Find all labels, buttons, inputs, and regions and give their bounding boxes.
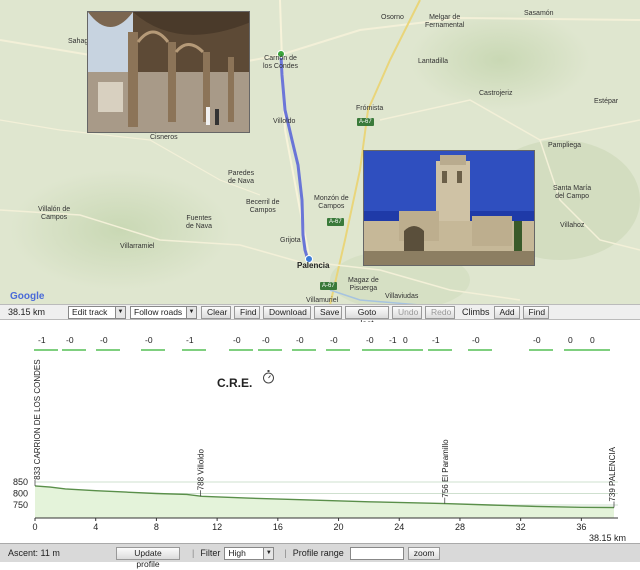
clear-button[interactable]: Clear [201,305,231,319]
x-tick-label: 28 [455,522,465,532]
track-toolbar: 38.15 km Edit track ▼ Follow roads ▼ Cle… [0,304,640,328]
edit-track-select-value: Edit track [72,307,108,317]
climbs-label: Climbs [462,307,490,317]
x-tick-label: 32 [516,522,526,532]
zoom-button[interactable]: zoom [407,546,440,560]
map-label: Frómista [356,105,384,112]
map-label: Cisneros [150,134,178,141]
track-distance: 38.15 km [8,307,46,317]
waypoint-label: 788 Villoldo [196,448,205,490]
map-label: Grijota [280,237,301,244]
divider: | [284,548,287,558]
profile-chart: 850 800750 0 4 8 12 16 20 24 28 32 3638.15 km 833 CA… [13,359,626,543]
map-label: Santa María del Campo [553,185,592,200]
map-label: Villaviudas [385,293,419,300]
end-distance-label: 38.15 km [589,533,626,543]
add-climb-button[interactable]: Add [493,305,520,319]
chevron-down-icon: ▼ [186,306,196,318]
x-tick-label: 0 [32,522,37,532]
goto-last-button[interactable]: Goto last [345,305,389,328]
redo-button[interactable]: Redo [425,305,455,319]
ascent-value: Ascent: 11 m [8,548,60,558]
map-label: Estépar [594,98,619,105]
road-badge: A-67 [320,282,337,290]
map-label: Villalón de Campos [38,206,71,221]
elevation-area [35,485,614,518]
map-label: Melgar de Fernamental [425,14,465,29]
map-label: Monzón de Campos [314,195,349,210]
map-label: Carrión de los Condes [263,55,299,70]
download-button[interactable]: Download [263,305,311,319]
y-tick-label: 750 [13,500,28,510]
map-label: Castrojeriz [479,90,513,97]
profile-bottombar: Ascent: 11 m Update profile | Filter Hig… [0,543,640,569]
google-logo: Google [10,291,44,302]
y-tick-label: 850 [13,477,28,487]
map-label: Villarramiel [120,243,155,250]
map-label: Osorno [381,14,404,21]
waypoint-label: 756 El Paramillo [441,439,450,498]
map-label: Sasamón [524,10,554,17]
filter-select-value: High [228,548,246,558]
profile-range-label: Profile range [292,548,344,558]
map-label: Paredes de Nava [228,170,255,185]
x-tick-label: 20 [334,522,344,532]
profile-range-input[interactable] [349,546,404,560]
find-button[interactable]: Find [234,305,260,319]
cloister-photo [87,11,250,133]
elevation-profile[interactable]: -1 -0 -0 -0 -1 -0 -0 -0 -0 -0 -1 0 -1 -0 -0 0 0 C.R.E. 8… [0,322,640,544]
follow-roads-select-value: Follow roads [134,307,183,317]
update-profile-button[interactable]: Update profile [116,546,180,569]
x-tick-label: 4 [93,522,98,532]
map-label: Magaz de Pisuerga [348,277,379,292]
undo-button[interactable]: Undo [392,305,422,319]
y-tick-label: 800 [13,489,28,499]
filter-label: Filter [200,548,221,558]
map-label-city: Palencia [297,261,330,270]
x-tick-label: 36 [576,522,586,532]
x-tick-label: 12 [212,522,222,532]
map-label: Fuentes de Nava [186,215,213,230]
map-label: Becerril de Campos [246,199,280,214]
find-climb-button[interactable]: Find [522,305,549,319]
road-badge: A-67 [357,118,374,126]
waypoint-label: 833 CARRION DE LOS CONDES [33,359,42,479]
filter-select[interactable]: High ▼ [224,546,275,560]
divider: | [192,548,195,558]
x-tick-label: 8 [154,522,159,532]
follow-roads-select[interactable]: Follow roads ▼ [130,305,197,319]
edit-track-select[interactable]: Edit track ▼ [68,305,126,319]
map-label: Villoldo [273,118,296,125]
waypoint-label: 739 PALENCIA [608,446,617,501]
google-logo-text: Google [10,291,45,302]
cathedral-photo [363,150,535,266]
chevron-down-icon: ▼ [263,547,274,559]
x-tick-label: 16 [273,522,283,532]
map-label: Villahoz [560,222,585,229]
map-label: Lantadilla [418,58,448,65]
x-tick-label: 24 [394,522,404,532]
map-label: Pampliega [548,142,582,149]
save-button[interactable]: Save [314,305,342,319]
road-badge: A-67 [327,218,344,226]
map-view[interactable]: Osorno Melgar de Fernamental Sasamón Sah… [0,0,640,305]
chevron-down-icon: ▼ [115,306,125,318]
